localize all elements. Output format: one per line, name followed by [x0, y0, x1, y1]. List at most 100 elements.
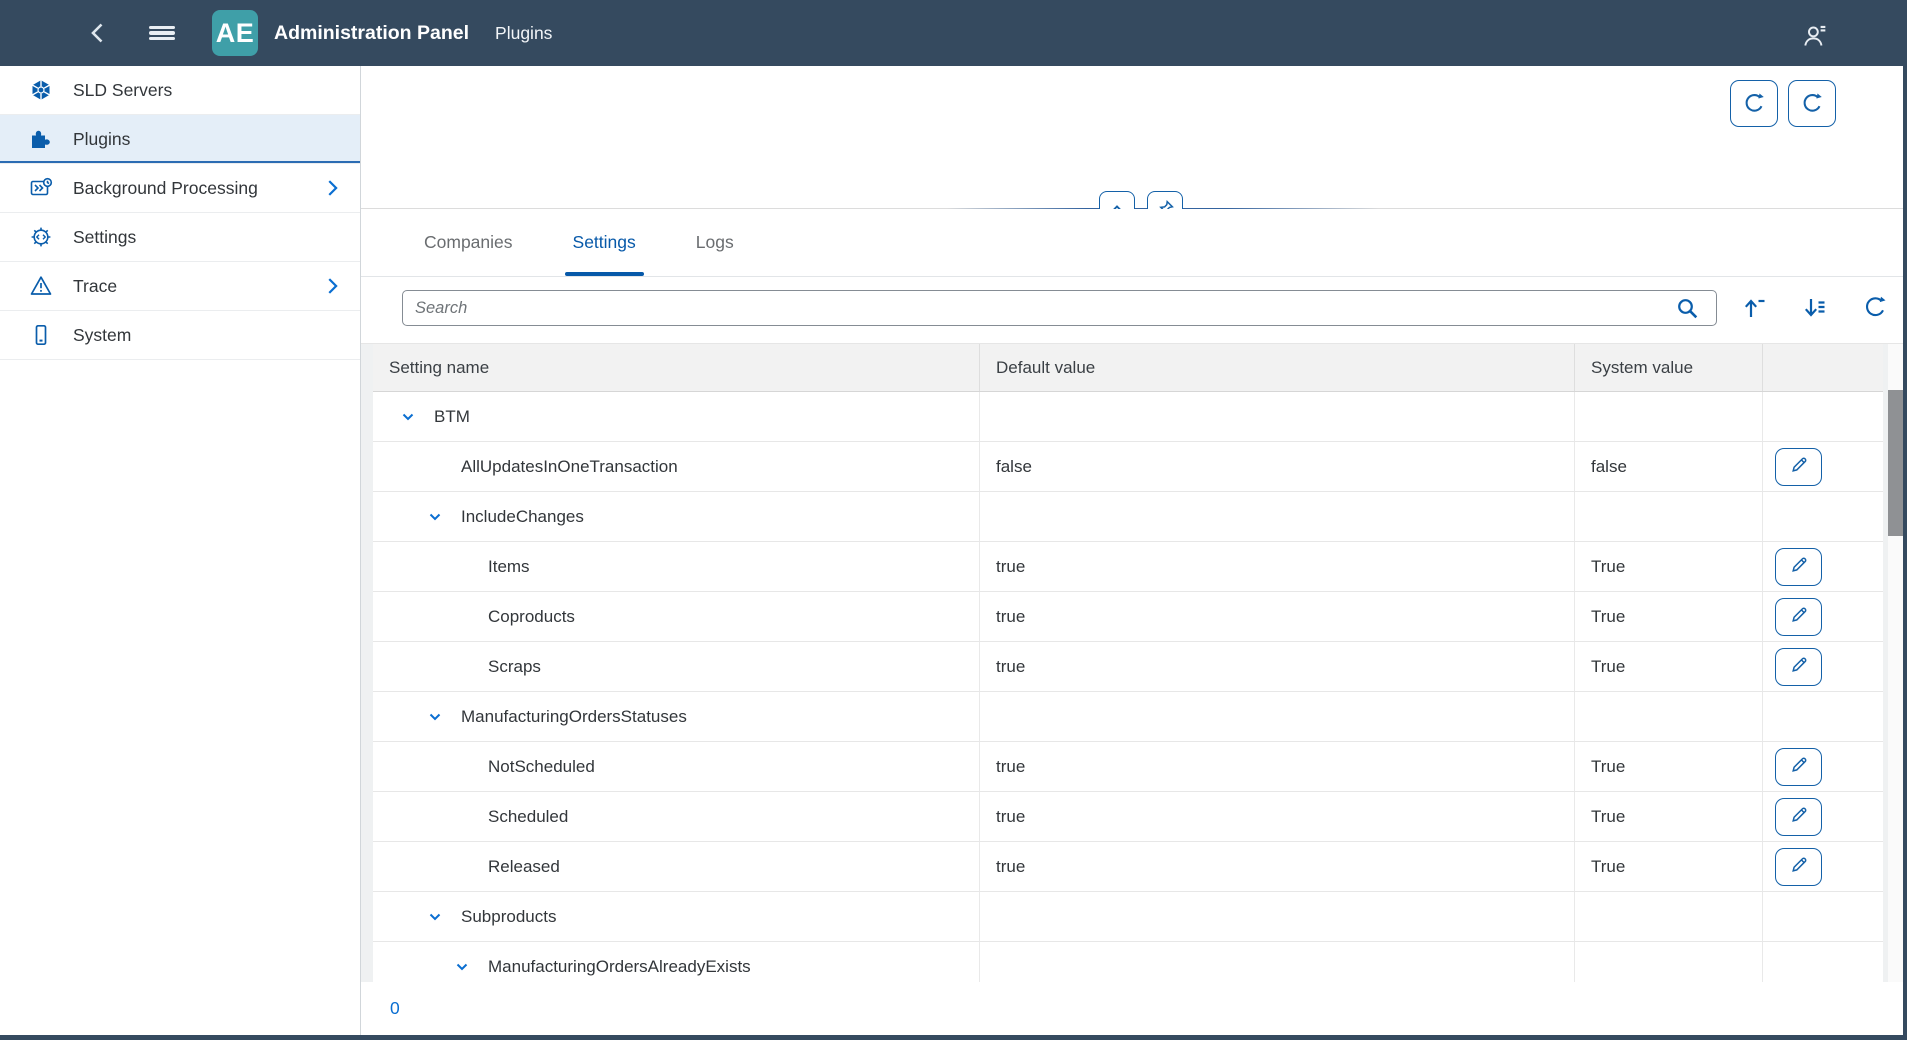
search-input[interactable]	[402, 290, 1717, 326]
synchronize-button[interactable]	[1788, 80, 1836, 127]
system-value-cell: True	[1575, 792, 1763, 841]
actions-cell	[1763, 392, 1883, 441]
background-processing-icon	[29, 176, 53, 200]
window-border-right	[1903, 0, 1907, 1040]
edit-setting-button[interactable]	[1775, 798, 1822, 836]
chevron-down-icon[interactable]	[427, 509, 443, 525]
setting-name-cell: Coproducts	[373, 592, 980, 641]
default-value-cell: true	[980, 792, 1575, 841]
actions-cell	[1763, 492, 1883, 541]
back-button[interactable]	[78, 13, 118, 53]
system-value-cell: false	[1575, 442, 1763, 491]
setting-name-cell: NotScheduled	[373, 742, 980, 791]
app-title: Administration Panel	[274, 22, 469, 45]
refresh-button[interactable]	[1730, 80, 1778, 127]
sort-descending-icon	[1801, 294, 1829, 322]
setting-name-cell: IncludeChanges	[373, 492, 980, 541]
sort-ascending-icon	[1741, 294, 1769, 322]
edit-setting-button[interactable]	[1775, 748, 1822, 786]
default-value-cell: true	[980, 842, 1575, 891]
sidebar-item-system[interactable]: System	[0, 311, 360, 360]
menu-button[interactable]	[142, 13, 182, 53]
chevron-down-icon[interactable]	[427, 709, 443, 725]
settings-icon	[29, 225, 53, 249]
settings-table: Setting name Default value System value …	[373, 344, 1883, 982]
edit-setting-button[interactable]	[1775, 848, 1822, 886]
sidebar-item-background-processing[interactable]: Background Processing	[0, 164, 360, 213]
edit-setting-button[interactable]	[1775, 448, 1822, 486]
pencil-icon	[1789, 805, 1809, 828]
system-value-cell: True	[1575, 542, 1763, 591]
default-value-cell: true	[980, 642, 1575, 691]
vertical-scrollbar[interactable]	[1888, 344, 1903, 1035]
edit-setting-button[interactable]	[1775, 648, 1822, 686]
refresh-icon	[1799, 91, 1825, 117]
sidebar-item-settings[interactable]: Settings	[0, 213, 360, 262]
application-window: AE Administration Panel Plugins SLD Serv…	[0, 0, 1907, 1040]
system-value-cell: True	[1575, 642, 1763, 691]
table-row-manufacturingordersalreadyexists[interactable]: ManufacturingOrdersAlreadyExists	[373, 942, 1883, 982]
setting-name-cell: AllUpdatesInOneTransaction	[373, 442, 980, 491]
chevron-down-icon[interactable]	[427, 909, 443, 925]
sort-descending-button[interactable]	[1801, 294, 1829, 322]
tab-label: Logs	[696, 232, 734, 253]
tab-settings[interactable]: Settings	[565, 209, 644, 276]
tab-logs[interactable]: Logs	[688, 209, 742, 276]
sidebar-item-label: Plugins	[73, 129, 130, 150]
setting-name: AllUpdatesInOneTransaction	[461, 457, 678, 477]
table-row-subproducts[interactable]: Subproducts	[373, 892, 1883, 942]
actions-cell	[1763, 792, 1883, 841]
search-icon	[1674, 295, 1702, 323]
system-value-cell: True	[1575, 592, 1763, 641]
table-row-allupdatesinonetransaction[interactable]: AllUpdatesInOneTransactionfalsefalse	[373, 442, 1883, 492]
system-value-cell: True	[1575, 842, 1763, 891]
app-logo[interactable]: AE	[212, 10, 258, 56]
setting-name: Subproducts	[461, 907, 556, 927]
default-value-cell: true	[980, 742, 1575, 791]
shell-header: AE Administration Panel Plugins	[0, 0, 1907, 66]
table-row-manufacturingordersstatuses[interactable]: ManufacturingOrdersStatuses	[373, 692, 1883, 742]
actions-cell	[1763, 942, 1883, 982]
page-title: Plugins	[495, 23, 552, 44]
chevron-down-icon[interactable]	[400, 409, 416, 425]
table-row-scraps[interactable]: ScrapstrueTrue	[373, 642, 1883, 692]
tab-companies[interactable]: Companies	[416, 209, 521, 276]
sidebar-item-plugins[interactable]: Plugins	[0, 115, 360, 164]
system-icon	[29, 323, 53, 347]
trace-icon	[29, 274, 53, 298]
account-button[interactable]	[1795, 16, 1835, 56]
table-row-items[interactable]: ItemstrueTrue	[373, 542, 1883, 592]
actions-cell	[1763, 592, 1883, 641]
system-value-cell	[1575, 942, 1763, 982]
selected-count-link[interactable]: 0	[390, 998, 400, 1019]
sort-ascending-button[interactable]	[1741, 294, 1769, 322]
table-header-row: Setting name Default value System value	[373, 344, 1883, 392]
sidebar-item-sld-servers[interactable]: SLD Servers	[0, 66, 360, 115]
table-row-includechanges[interactable]: IncludeChanges	[373, 492, 1883, 542]
setting-name: ManufacturingOrdersAlreadyExists	[488, 957, 751, 977]
setting-name-cell: Items	[373, 542, 980, 591]
setting-name-cell: ManufacturingOrdersAlreadyExists	[373, 942, 980, 982]
sld-servers-icon	[29, 78, 53, 102]
table-row-released[interactable]: ReleasedtrueTrue	[373, 842, 1883, 892]
scrollbar-thumb[interactable]	[1888, 390, 1903, 536]
table-row-notscheduled[interactable]: NotScheduledtrueTrue	[373, 742, 1883, 792]
sidebar-item-label: Background Processing	[73, 178, 258, 199]
setting-name: ManufacturingOrdersStatuses	[461, 707, 687, 727]
refresh-icon	[1741, 91, 1767, 117]
sidebar-item-trace[interactable]: Trace	[0, 262, 360, 311]
setting-name-cell: Scraps	[373, 642, 980, 691]
system-value-cell	[1575, 392, 1763, 441]
table-row-coproducts[interactable]: CoproductstrueTrue	[373, 592, 1883, 642]
search-button[interactable]	[1674, 295, 1702, 323]
refresh-table-button[interactable]	[1861, 294, 1889, 322]
table-row-btm[interactable]: BTM	[373, 392, 1883, 442]
edit-setting-button[interactable]	[1775, 598, 1822, 636]
edit-setting-button[interactable]	[1775, 548, 1822, 586]
table-row-scheduled[interactable]: ScheduledtrueTrue	[373, 792, 1883, 842]
chevron-down-icon[interactable]	[454, 959, 470, 975]
setting-name-cell: Subproducts	[373, 892, 980, 941]
sidebar-item-label: System	[73, 325, 131, 346]
setting-name: BTM	[434, 407, 470, 427]
app-logo-text: AE	[216, 18, 255, 49]
